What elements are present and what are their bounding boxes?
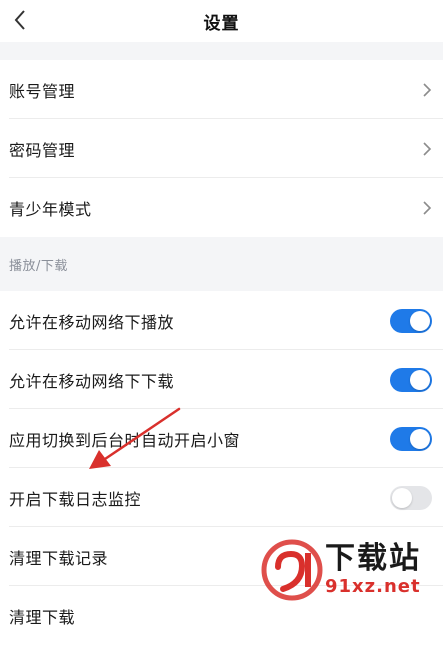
mobile-play-toggle[interactable]: [390, 308, 432, 333]
header-bar: 设置: [0, 0, 443, 42]
mobile-download-toggle[interactable]: [390, 367, 432, 392]
password-management-item[interactable]: 密码管理: [0, 119, 443, 178]
chevron-right-icon: [420, 139, 434, 159]
download-log-toggle[interactable]: [390, 485, 432, 510]
toggle-label: 允许在移动网络下下载: [9, 371, 175, 391]
background-pip-toggle[interactable]: [390, 426, 432, 451]
toggle-label: 开启下载日志监控: [9, 489, 142, 509]
toggle-knob: [410, 369, 430, 390]
watermark-url: 91xz.net: [325, 576, 421, 597]
chevron-right-icon: [420, 198, 434, 218]
watermark-logo-icon: [261, 539, 323, 601]
toggle-row-download-log: 开启下载日志监控: [0, 468, 443, 527]
toggle-label: 应用切换到后台时自动开启小窗: [9, 430, 241, 450]
account-management-label: 账号管理: [9, 81, 76, 101]
toggle-row-mobile-download: 允许在移动网络下下载: [0, 350, 443, 409]
chevron-left-icon: [14, 10, 25, 30]
teen-mode-item[interactable]: 青少年模式: [0, 178, 443, 237]
section-header: 播放/下载: [0, 237, 443, 291]
toggle-knob: [410, 428, 430, 449]
toggle-row-background-pip: 应用切换到后台时自动开启小窗: [0, 409, 443, 468]
teen-mode-label: 青少年模式: [9, 199, 92, 219]
clear-downloads-label: 清理下载: [9, 607, 76, 627]
back-button[interactable]: [8, 6, 32, 34]
toggle-row-mobile-play: 允许在移动网络下播放: [0, 291, 443, 350]
toggle-label: 允许在移动网络下播放: [9, 312, 175, 332]
password-management-label: 密码管理: [9, 140, 76, 160]
account-management-item[interactable]: 账号管理: [0, 60, 443, 119]
chevron-right-icon: [420, 80, 434, 100]
clear-download-records-label: 清理下载记录: [9, 548, 109, 568]
section-spacer: [0, 42, 443, 60]
watermark-title: 下载站: [325, 541, 421, 576]
site-watermark: 下载站 91xz.net: [261, 539, 439, 601]
page-title: 设置: [203, 13, 240, 34]
toggle-knob: [410, 310, 430, 331]
toggle-knob: [392, 487, 412, 508]
section-header-label: 播放/下载: [9, 258, 68, 274]
